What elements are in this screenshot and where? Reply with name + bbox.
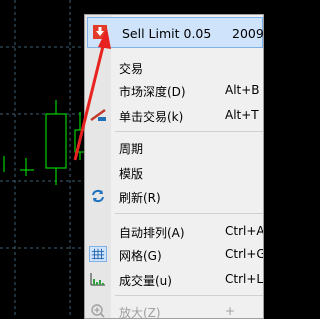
one-click-trading-icon	[90, 108, 106, 122]
menu-item-market-depth[interactable]: 市场深度(D) Alt+B	[85, 79, 263, 101]
menu-item-label: 自动排列(A)	[119, 226, 185, 240]
menu-item-label: 模版	[119, 167, 144, 181]
menu-item-shortcut: +	[225, 304, 236, 318]
menu-separator	[115, 131, 263, 132]
menu-item-templates[interactable]: 模版	[85, 161, 263, 183]
volume-icon	[90, 273, 105, 286]
menu-item-refresh[interactable]: 刷新(R)	[85, 185, 263, 207]
menu-item-order-sell-limit[interactable]: Sell Limit 0.05 2009.70	[87, 17, 263, 48]
menu-item-label: 周期	[119, 142, 144, 156]
grid-icon	[89, 246, 107, 262]
order-price: 2009.70	[232, 26, 264, 41]
chart-context-menu: Sell Limit 0.05 2009.70 交易 市场深度(D) Alt+B…	[84, 14, 264, 319]
menu-item-volumes[interactable]: 成交量(u) Ctrl+L	[85, 268, 263, 290]
menu-item-label: 放大(Z)	[119, 306, 161, 319]
menu-separator	[115, 213, 263, 214]
menu-item-label: 刷新(R)	[119, 191, 161, 205]
candlesticks	[3, 100, 86, 185]
candle-body	[45, 113, 67, 169]
menu-item-trading[interactable]: 交易	[85, 56, 263, 78]
menu-item-shortcut: Ctrl+A	[225, 224, 264, 238]
menu-item-label: 网格(G)	[119, 249, 162, 263]
menu-item-one-click-trading[interactable]: 单击交易(k) Alt+T	[85, 104, 263, 126]
menu-item-label: 成交量(u)	[119, 274, 172, 288]
menu-item-shortcut: Ctrl+G	[225, 247, 264, 261]
menu-item-shortcut: Alt+T	[225, 108, 259, 122]
order-label: Sell Limit 0.05	[122, 26, 212, 41]
menu-item-grid[interactable]: 网格(G) Ctrl+G	[85, 243, 263, 265]
menu-item-timeframes[interactable]: 周期	[85, 136, 263, 158]
red-down-arrow-icon	[93, 25, 107, 39]
menu-item-label: 市场深度(D)	[119, 85, 186, 99]
menu-item-shortcut: Alt+B	[225, 83, 260, 97]
zoom-in-icon	[91, 304, 105, 318]
menu-item-label: 单击交易(k)	[119, 110, 184, 124]
menu-item-auto-arrange[interactable]: 自动排列(A) Ctrl+A	[85, 220, 263, 242]
refresh-icon	[92, 189, 104, 203]
menu-item-zoom-in[interactable]: 放大(Z) +	[85, 300, 263, 319]
menu-item-label: 交易	[119, 62, 144, 76]
menu-separator	[115, 295, 263, 296]
menu-item-shortcut: Ctrl+L	[225, 272, 264, 286]
